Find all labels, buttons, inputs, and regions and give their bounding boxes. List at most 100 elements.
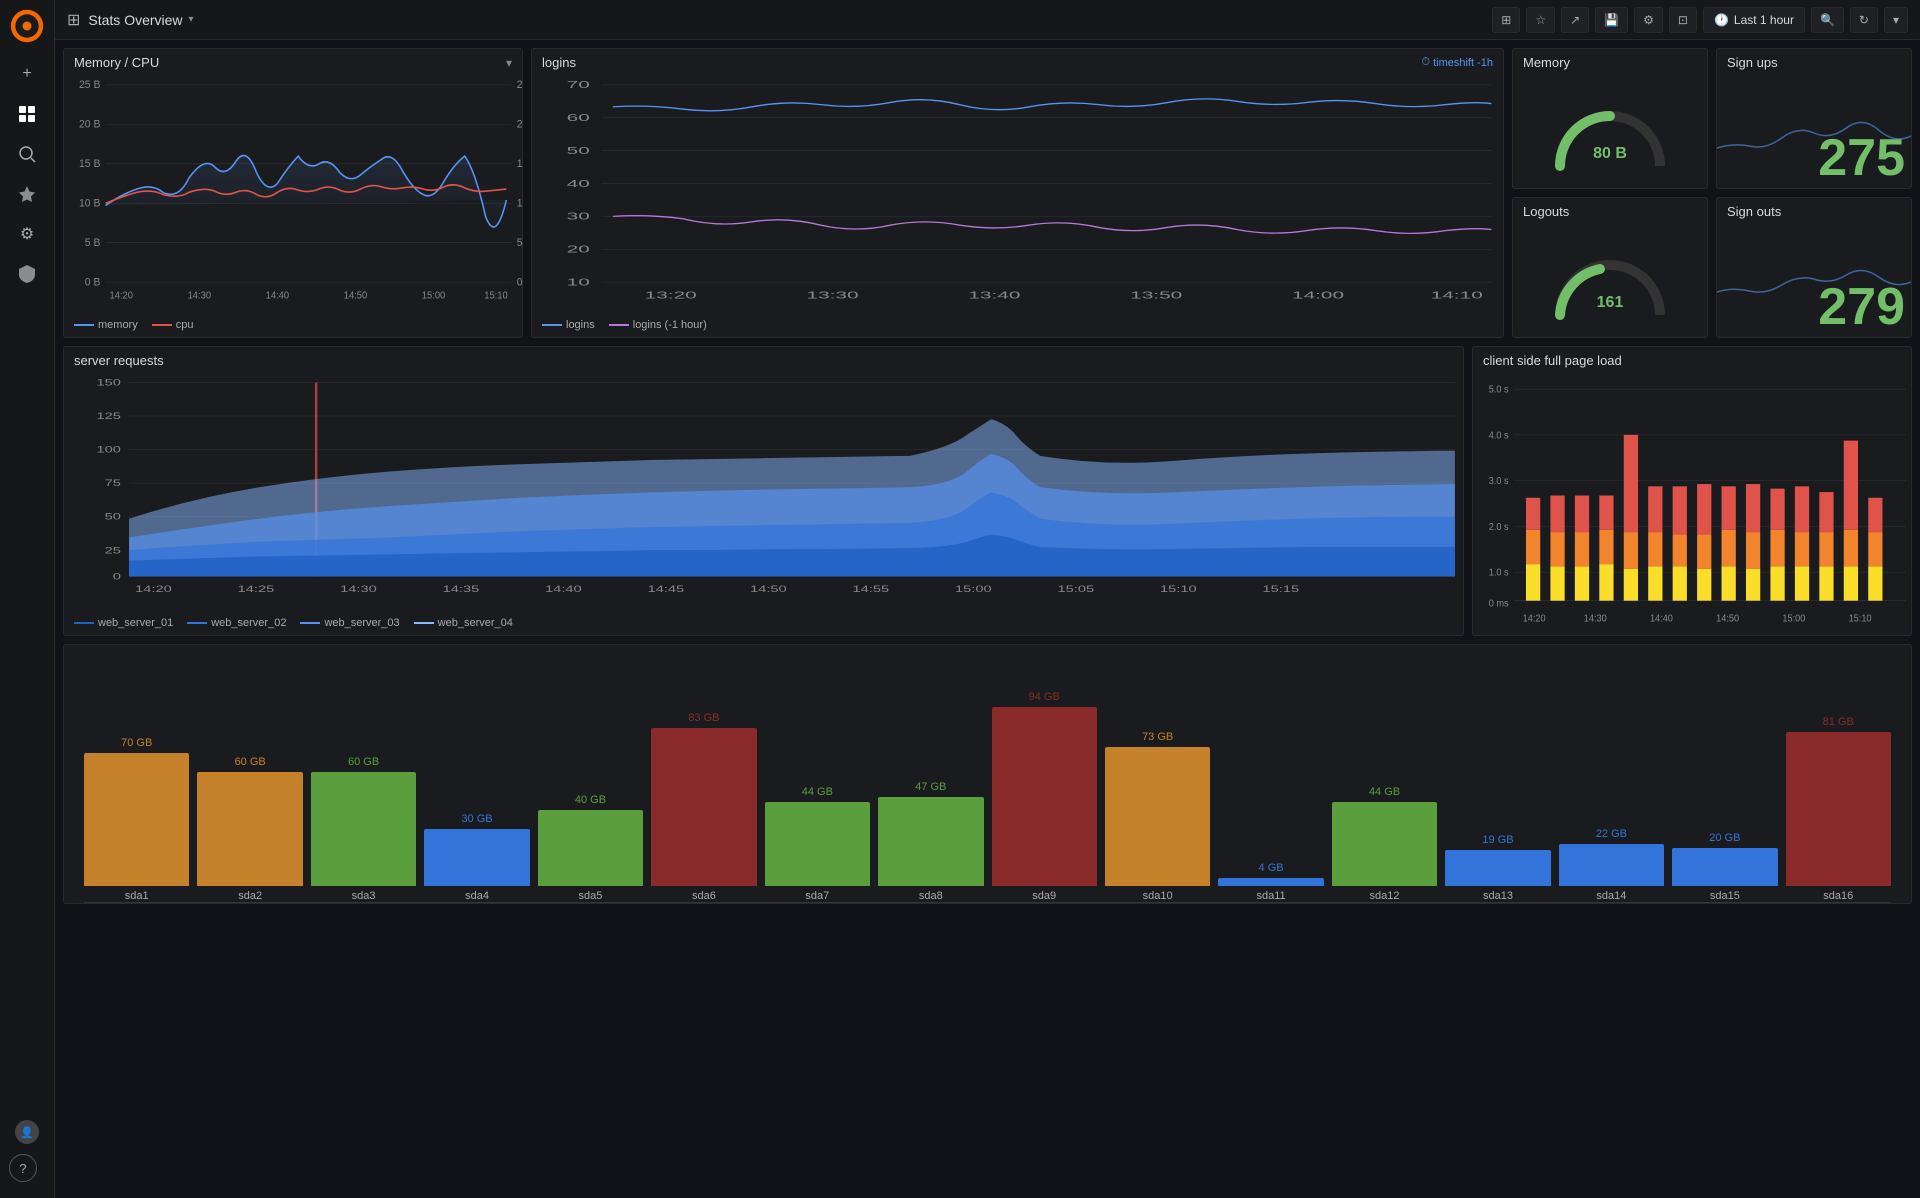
grafana-logo[interactable] <box>9 8 45 44</box>
disk-bar-label: sda13 <box>1483 890 1513 902</box>
disk-bar-label: sda14 <box>1596 890 1626 902</box>
svg-text:15:00: 15:00 <box>422 290 445 301</box>
memory-cpu-header: Memory / CPU ▾ <box>64 49 522 74</box>
svg-text:13:30: 13:30 <box>807 290 859 301</box>
disk-bar-rect <box>992 707 1097 886</box>
disk-bar-value: 70 GB <box>121 737 152 749</box>
logins-legend-line <box>542 324 562 326</box>
svg-text:14:40: 14:40 <box>545 584 582 595</box>
sign-ups-header: Sign ups <box>1717 49 1911 74</box>
svg-text:50: 50 <box>567 145 590 156</box>
sidebar-item-explore[interactable] <box>9 136 45 172</box>
row1: Memory / CPU ▾ 25 B 20 B <box>63 48 1912 338</box>
svg-text:150: 150 <box>97 377 122 388</box>
tv-mode-button[interactable]: ⊡ <box>1669 7 1697 33</box>
svg-text:👤: 👤 <box>20 1126 34 1139</box>
svg-text:14:40: 14:40 <box>266 290 289 301</box>
svg-text:14:20: 14:20 <box>110 290 133 301</box>
dashboard-title: Stats Overview ▾ <box>88 12 193 28</box>
page-load-panel: client side full page load 5.0 s 4.0 s <box>1472 346 1912 636</box>
topbar-actions: ⊞ ☆ ↗ 💾 ⚙ ⊡ 🕐 Last 1 hour 🔍 ↻ ▾ <box>1492 7 1908 33</box>
sidebar-avatar[interactable]: 👤 <box>9 1114 45 1150</box>
time-range-button[interactable]: 🕐 Last 1 hour <box>1703 7 1805 33</box>
disk-bar-group: 4 GBsda11 <box>1218 862 1323 902</box>
title-dropdown-icon[interactable]: ▾ <box>189 14 194 25</box>
legend-ws03: web_server_03 <box>300 617 399 629</box>
svg-text:75: 75 <box>105 478 121 489</box>
svg-text:10: 10 <box>567 277 590 288</box>
disk-bar-label: sda4 <box>465 890 489 902</box>
refresh-dropdown-button[interactable]: ▾ <box>1884 7 1908 33</box>
svg-text:5%: 5% <box>517 237 522 249</box>
sidebar-item-dashboards[interactable] <box>9 96 45 132</box>
logins1h-label: logins (-1 hour) <box>633 319 707 331</box>
clock-icon: 🕐 <box>1714 13 1729 27</box>
svg-text:80 B: 80 B <box>1593 145 1627 162</box>
svg-text:15:00: 15:00 <box>1782 613 1805 625</box>
logouts-gauge-title: Logouts <box>1523 204 1569 219</box>
svg-text:13:40: 13:40 <box>968 290 1020 301</box>
page-load-content: 5.0 s 4.0 s 3.0 s 2.0 s 1.0 s 0 ms 14:20… <box>1473 372 1911 635</box>
save-button[interactable]: 💾 <box>1595 7 1628 33</box>
legend-memory: memory <box>74 319 138 331</box>
page-load-title: client side full page load <box>1483 353 1622 368</box>
disk-bar-group: 81 GBsda16 <box>1786 716 1891 902</box>
timeshift-badge: ⏱ timeshift -1h <box>1421 56 1493 69</box>
disk-bar-rect <box>1332 802 1437 886</box>
sidebar: + ⚙ 👤 ? <box>0 0 55 1198</box>
page-load-header: client side full page load <box>1473 347 1911 372</box>
disk-bar-group: 70 GBsda1 <box>84 737 189 902</box>
disk-bar-value: 19 GB <box>1482 834 1513 846</box>
disk-bar-group: 60 GBsda3 <box>311 756 416 902</box>
sidebar-item-shield[interactable] <box>9 256 45 292</box>
sign-outs-title: Sign outs <box>1727 204 1781 219</box>
sidebar-item-alerting[interactable] <box>9 176 45 212</box>
disk-bar-rect <box>311 772 416 886</box>
share-button[interactable]: ↗ <box>1561 7 1589 33</box>
disk-bar-group: 94 GBsda9 <box>992 691 1097 902</box>
svg-text:14:20: 14:20 <box>135 584 172 595</box>
legend-logins: logins <box>542 319 595 331</box>
sidebar-item-config[interactable]: ⚙ <box>9 216 45 252</box>
svg-text:15:00: 15:00 <box>955 584 992 595</box>
sign-outs-value: 279 <box>1818 281 1905 333</box>
disk-bar-group: 30 GBsda4 <box>424 813 529 902</box>
disk-bar-axis <box>84 902 1891 903</box>
memory-cpu-title: Memory / CPU <box>74 55 159 70</box>
topbar: ⊞ Stats Overview ▾ ⊞ ☆ ↗ 💾 ⚙ ⊡ 🕐 Last 1 … <box>55 0 1920 40</box>
disk-bar-rect <box>1786 732 1891 886</box>
svg-text:13:50: 13:50 <box>1130 290 1182 301</box>
svg-text:15:15: 15:15 <box>1263 584 1300 595</box>
svg-text:14:45: 14:45 <box>648 584 685 595</box>
disk-bar-value: 73 GB <box>1142 731 1173 743</box>
disk-bar-value: 44 GB <box>1369 786 1400 798</box>
settings-button[interactable]: ⚙ <box>1634 7 1663 33</box>
disk-bar-value: 22 GB <box>1596 828 1627 840</box>
logins-panel: logins ⏱ timeshift -1h <box>531 48 1504 338</box>
refresh-button[interactable]: ↻ <box>1850 7 1878 33</box>
star-button[interactable]: ☆ <box>1526 7 1555 33</box>
svg-text:15 B: 15 B <box>79 158 100 170</box>
disk-bar-rect <box>878 797 983 886</box>
svg-text:15:10: 15:10 <box>1160 584 1197 595</box>
disk-bar-group: 83 GBsda6 <box>651 712 756 902</box>
svg-text:14:40: 14:40 <box>1650 613 1673 625</box>
svg-text:5.0 s: 5.0 s <box>1489 384 1509 396</box>
svg-text:4.0 s: 4.0 s <box>1489 430 1509 442</box>
memory-cpu-dropdown[interactable]: ▾ <box>506 56 512 70</box>
svg-text:100: 100 <box>97 444 122 455</box>
sign-ups-value: 275 <box>1818 132 1905 184</box>
sidebar-item-add[interactable]: + <box>9 56 45 92</box>
memory-gauge-container: 80 B <box>1513 74 1707 188</box>
disk-bar-group: 44 GBsda12 <box>1332 786 1437 902</box>
svg-text:25%: 25% <box>517 79 522 91</box>
add-panel-button[interactable]: ⊞ <box>1492 7 1520 33</box>
sidebar-item-help[interactable]: ? <box>9 1154 37 1182</box>
disk-bar-value: 47 GB <box>915 781 946 793</box>
search-button[interactable]: 🔍 <box>1811 7 1844 33</box>
gauge-col: Memory 80 B Logou <box>1512 48 1708 338</box>
main-area: ⊞ Stats Overview ▾ ⊞ ☆ ↗ 💾 ⚙ ⊡ 🕐 Last 1 … <box>55 0 1920 1198</box>
svg-text:0%: 0% <box>517 276 522 288</box>
svg-text:0: 0 <box>113 571 121 582</box>
svg-text:0 B: 0 B <box>85 276 101 288</box>
